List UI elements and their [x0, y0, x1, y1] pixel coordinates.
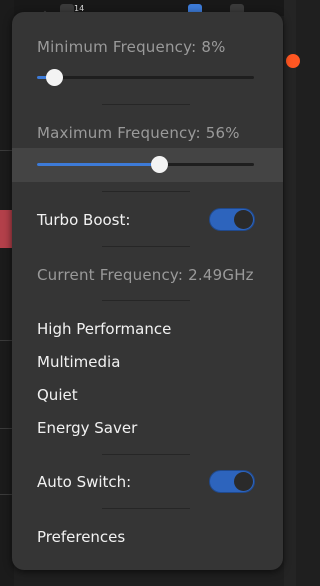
current-frequency-label: Current Frequency: 2.49GHz: [37, 266, 254, 284]
profile-quiet[interactable]: Quiet: [37, 386, 78, 404]
slider-handle[interactable]: [46, 69, 63, 86]
separator: [102, 104, 190, 105]
turbo-boost-label: Turbo Boost:: [37, 211, 131, 229]
slider-track: [37, 76, 254, 79]
separator: [102, 300, 190, 301]
slider-fill: [37, 163, 159, 166]
slider-handle[interactable]: [151, 156, 168, 173]
background-red-strip: [0, 210, 12, 248]
min-frequency-value: 8%: [201, 38, 226, 56]
auto-switch-label: Auto Switch:: [37, 473, 132, 491]
cpu-frequency-popover: Minimum Frequency: 8% Maximum Frequency: 5…: [12, 10, 283, 570]
background-window-right: [284, 0, 296, 586]
turbo-boost-toggle[interactable]: [209, 208, 255, 231]
preferences-item[interactable]: Preferences: [37, 528, 125, 546]
profile-high-performance[interactable]: High Performance: [37, 320, 171, 338]
max-frequency-slider[interactable]: [37, 156, 254, 174]
separator: [102, 454, 190, 455]
min-frequency-slider[interactable]: [37, 69, 254, 87]
popover-arrow: [33, 10, 57, 34]
max-frequency-label: Maximum Frequency: 56%: [37, 124, 240, 142]
separator: [102, 508, 190, 509]
toggle-knob: [234, 210, 253, 229]
separator: [102, 246, 190, 247]
min-frequency-label: Minimum Frequency: 8%: [37, 38, 226, 56]
current-frequency-value: 2.49GHz: [188, 266, 254, 284]
avatar: [286, 54, 300, 68]
separator: [102, 191, 190, 192]
profile-multimedia[interactable]: Multimedia: [37, 353, 120, 371]
max-frequency-value: 56%: [205, 124, 240, 142]
auto-switch-toggle[interactable]: [209, 470, 255, 493]
toggle-knob: [234, 472, 253, 491]
profile-energy-saver[interactable]: Energy Saver: [37, 419, 137, 437]
